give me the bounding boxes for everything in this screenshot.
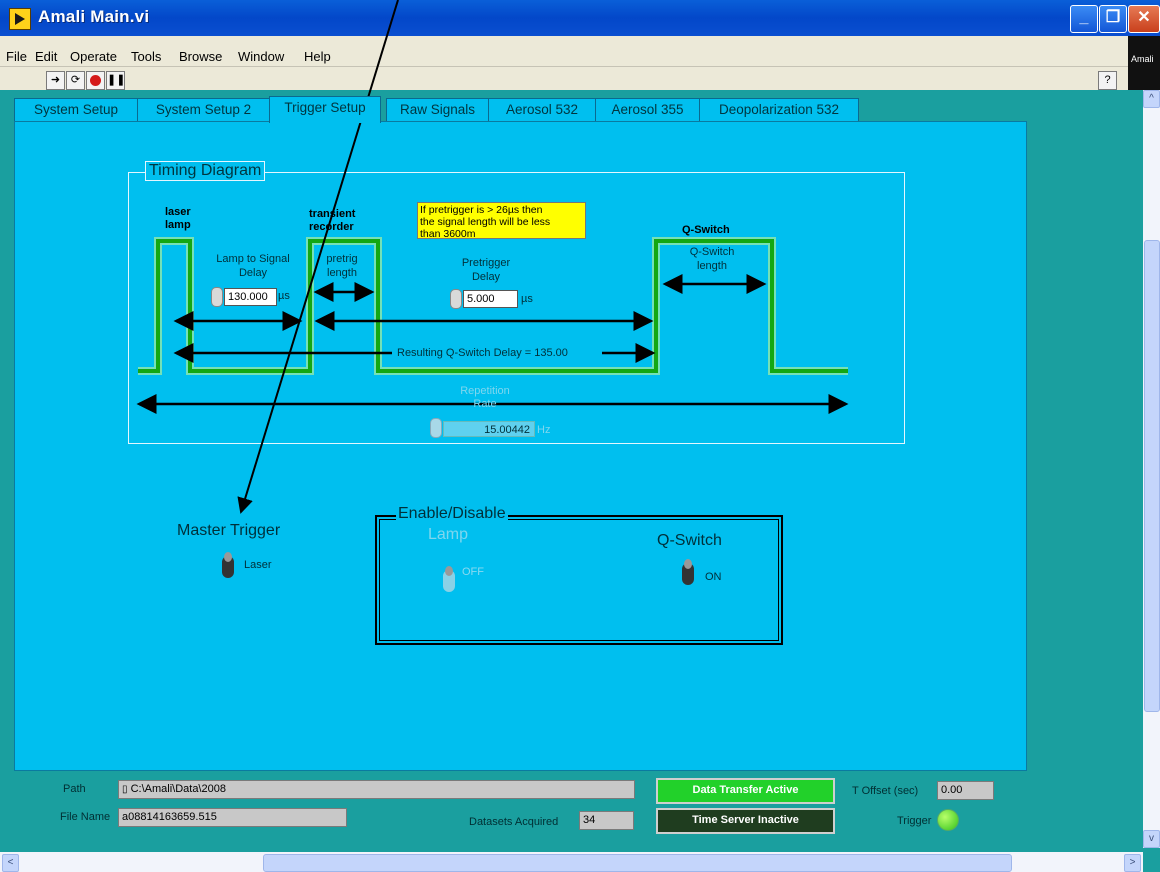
enable-disable-title: Enable/Disable: [396, 505, 508, 523]
path-label: Path: [63, 783, 86, 795]
pretrigger-note: If pretrigger is > 26µs then the signal l…: [417, 202, 586, 240]
datasets-acquired-label: Datasets Acquired: [469, 816, 559, 828]
pretrig-length-label: pretrig length: [326, 253, 358, 279]
scroll-left-icon[interactable]: <: [2, 854, 19, 872]
repetition-rate-spinner: [430, 418, 442, 438]
trigger-led-icon: [937, 809, 959, 831]
qswitch-enable-label: Q-Switch: [657, 532, 722, 549]
scroll-right-icon[interactable]: >: [1124, 854, 1141, 872]
lamp-to-signal-input[interactable]: 130.000: [224, 288, 277, 306]
qswitch-length-label: Q-Switch length: [689, 246, 735, 272]
laser-lamp-label: laser lamp: [165, 206, 191, 231]
t-offset-field[interactable]: 0.00: [937, 781, 994, 800]
pretrigger-delay-unit: µs: [521, 293, 533, 305]
tab-trigger-setup[interactable]: Trigger Setup: [269, 96, 381, 123]
qswitch-state: ON: [705, 571, 722, 583]
qswitch-header: Q-Switch: [682, 224, 730, 236]
path-icon: ▯: [122, 784, 128, 795]
repetition-rate-field: 15.00442: [443, 421, 535, 437]
horizontal-scroll-thumb[interactable]: [263, 854, 1012, 872]
master-trigger-label: Master Trigger: [177, 522, 281, 539]
pretrigger-delay-spinner[interactable]: [450, 289, 462, 309]
lamp-to-signal-unit: µs: [278, 290, 290, 302]
path-value: C:\Amali\Data\2008: [130, 783, 226, 795]
t-offset-label: T Offset (sec): [852, 785, 919, 797]
vertical-scroll-thumb[interactable]: [1144, 240, 1160, 712]
lamp-state: OFF: [462, 566, 484, 578]
data-transfer-indicator: Data Transfer Active: [656, 778, 835, 804]
repetition-rate-unit: Hz: [537, 424, 551, 436]
master-trigger-state: Laser: [244, 559, 272, 571]
lamp-to-signal-spinner[interactable]: [211, 287, 223, 307]
time-server-indicator: Time Server Inactive: [656, 808, 835, 834]
file-name-field: a08814163659.515: [118, 808, 347, 827]
resulting-qswitch-delay: Resulting Q-Switch Delay = 135.00: [397, 347, 568, 359]
vertical-scrollbar[interactable]: ^ v: [1143, 90, 1160, 848]
scroll-up-icon[interactable]: ^: [1143, 90, 1160, 108]
master-trigger-toggle[interactable]: [222, 552, 234, 578]
lamp-toggle: [443, 566, 455, 592]
transient-recorder-label: transient recorder: [309, 208, 356, 233]
timing-diagram-graphic: [136, 0, 849, 514]
trigger-label: Trigger: [897, 815, 932, 827]
pretrigger-delay-label: Pretrigger Delay: [461, 257, 511, 283]
pretrigger-delay-input[interactable]: 5.000: [463, 290, 518, 308]
path-field: ▯ C:\Amali\Data\2008: [118, 780, 635, 799]
qswitch-toggle[interactable]: [682, 559, 694, 585]
file-name-label: File Name: [60, 811, 111, 823]
datasets-acquired-field: 34: [579, 811, 634, 830]
lamp-to-signal-label: Lamp to Signal Delay: [216, 253, 290, 279]
lamp-label: Lamp: [428, 526, 469, 543]
scroll-down-icon[interactable]: v: [1143, 830, 1160, 848]
horizontal-scrollbar[interactable]: < >: [0, 852, 1143, 872]
repetition-rate-label: Repetition Rate: [460, 385, 510, 410]
